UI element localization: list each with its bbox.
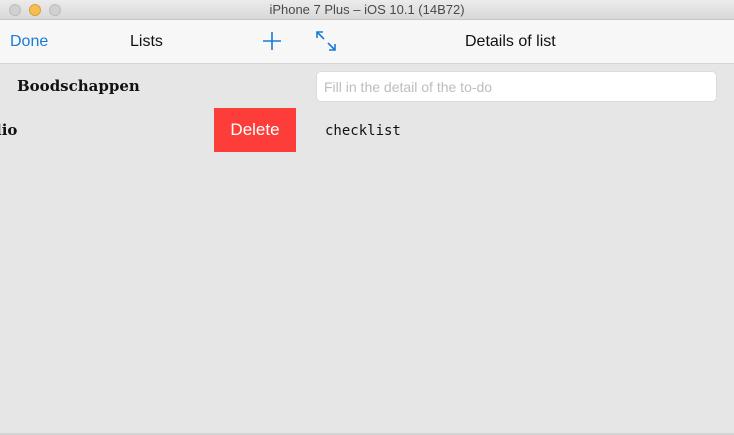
list-item-label: lio <box>0 121 18 139</box>
lists-navbar: Done Lists <box>0 20 306 64</box>
done-button[interactable]: Done <box>10 33 48 51</box>
list-item-label: Boodschappen <box>17 77 140 95</box>
simulator-window: iPhone 7 Plus – iOS 10.1 (14B72) Done Li… <box>0 0 734 435</box>
delete-button[interactable]: Delete <box>214 108 296 152</box>
plus-icon[interactable] <box>262 31 282 51</box>
checklist-label: checklist <box>325 123 401 139</box>
todo-detail-input[interactable] <box>316 71 717 102</box>
lists-title: Lists <box>130 33 163 50</box>
title-bar: iPhone 7 Plus – iOS 10.1 (14B72) <box>0 0 734 20</box>
details-title: Details of list <box>465 33 556 50</box>
window-title: iPhone 7 Plus – iOS 10.1 (14B72) <box>269 2 465 17</box>
list-item[interactable]: Boodschappen <box>0 64 306 107</box>
expand-arrows-icon[interactable] <box>315 30 337 52</box>
detail-navbar: Details of list <box>306 20 734 64</box>
